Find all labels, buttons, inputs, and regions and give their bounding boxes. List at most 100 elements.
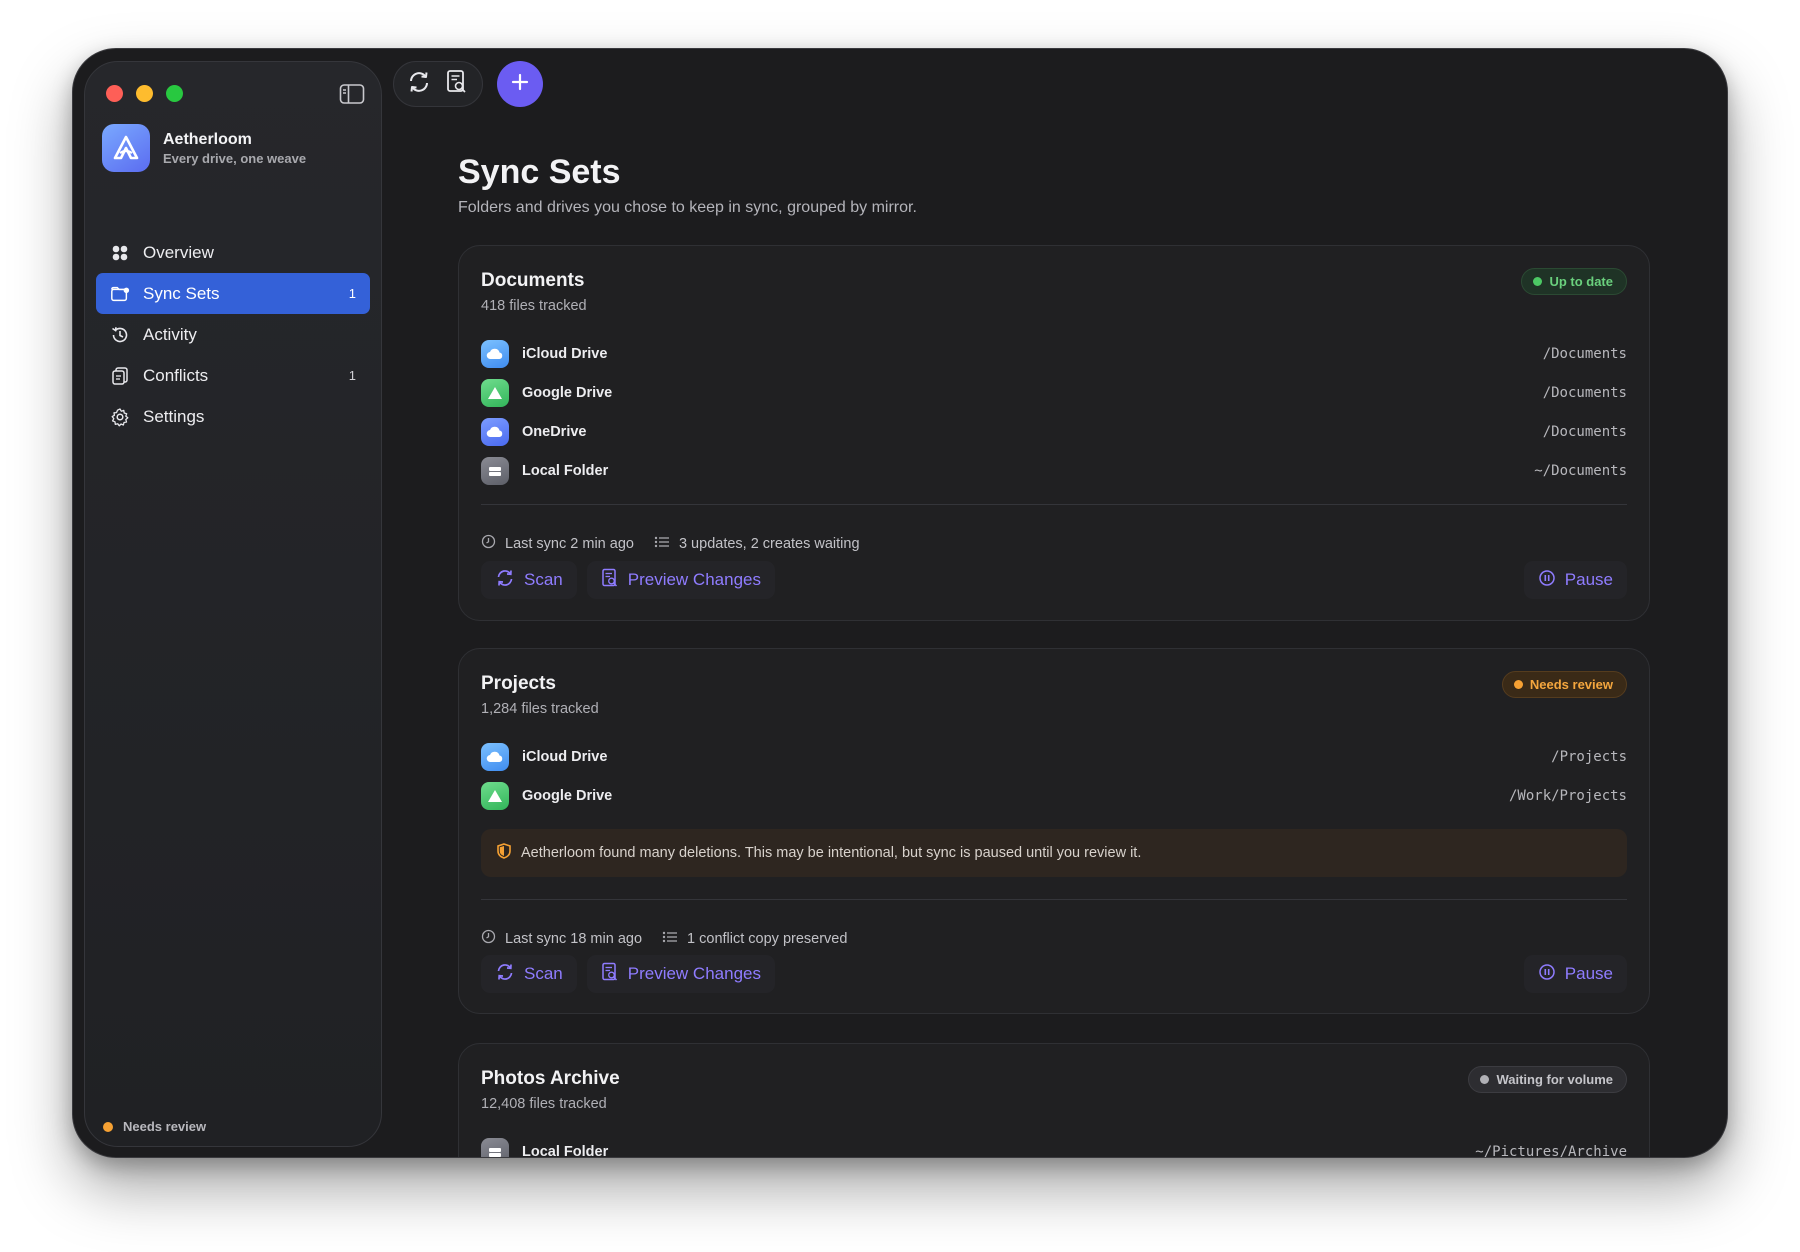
page-title: Sync Sets — [458, 153, 621, 191]
sync-set-file-count: 1,284 files tracked — [481, 701, 599, 717]
mirror-row[interactable]: Local Folder ~/Pictures/Archive — [481, 1132, 1627, 1158]
mirror-name: OneDrive — [522, 423, 587, 440]
sidebar-item-label: Overview — [143, 242, 214, 262]
close-window-button[interactable] — [106, 85, 123, 102]
status-badge: Up to date — [1521, 268, 1627, 295]
app-window: Aetherloom Every drive, one weave Overvi… — [72, 48, 1728, 1158]
sidebar-status: Needs review — [103, 1119, 206, 1134]
sidebar-item-label: Conflicts — [143, 365, 209, 385]
preview-label: Preview Changes — [627, 570, 761, 589]
sidebar: Aetherloom Every drive, one weave Overvi… — [84, 61, 382, 1147]
overview-icon — [110, 243, 130, 263]
onedrive-icon — [481, 417, 509, 446]
last-sync: Last sync 2 min ago — [481, 534, 634, 553]
sync-set-title: Photos Archive — [481, 1068, 620, 1089]
sync-set-file-count: 12,408 files tracked — [481, 1096, 607, 1112]
mirror-path: /Projects — [1551, 748, 1627, 765]
window-controls — [106, 85, 183, 102]
refresh-icon — [495, 962, 515, 987]
status-badge: Waiting for volume — [1468, 1066, 1627, 1093]
page-subtitle: Folders and drives you chose to keep in … — [458, 199, 917, 216]
mirror-path: ~/Pictures/Archive — [1475, 1143, 1627, 1158]
status-label: Needs review — [1529, 677, 1613, 692]
preview-changes-button[interactable]: Preview Changes — [586, 561, 775, 599]
mirror-name: Google Drive — [522, 384, 613, 401]
zoom-window-button[interactable] — [166, 85, 183, 102]
document-search-icon — [601, 962, 619, 987]
document-search-icon — [601, 568, 619, 593]
sync-icon — [406, 69, 432, 100]
mirror-row[interactable]: Google Drive /Documents — [481, 373, 1627, 412]
sidebar-item-overview[interactable]: Overview — [96, 232, 370, 273]
mirror-row[interactable]: Local Folder ~/Documents — [481, 451, 1627, 490]
mirror-path: /Documents — [1542, 384, 1627, 401]
warning-text: Aetherloom found many deletions. This ma… — [521, 845, 1142, 861]
conflicts-icon — [110, 366, 130, 386]
icloud-icon — [481, 339, 509, 368]
sidebar-status-label: Needs review — [123, 1119, 207, 1134]
mirror-path: /Documents — [1542, 423, 1627, 440]
status-label: Waiting for volume — [1496, 1072, 1613, 1087]
mirror-row[interactable]: iCloud Drive /Documents — [481, 334, 1627, 373]
mirror-name: Local Folder — [522, 1143, 609, 1158]
mirror-list: iCloud Drive /Documents Google Drive /Do… — [481, 334, 1627, 490]
shield-warning-icon — [497, 843, 511, 863]
mirror-name: Google Drive — [522, 787, 613, 804]
mirror-name: iCloud Drive — [522, 748, 608, 765]
minimize-window-button[interactable] — [136, 85, 153, 102]
status-dot-icon — [103, 1121, 113, 1132]
mirror-row[interactable]: OneDrive /Documents — [481, 412, 1627, 451]
sidebar-item-label: Activity — [143, 324, 197, 344]
sync-sets-icon — [110, 284, 130, 304]
mirror-list: iCloud Drive /Projects Google Drive /Wor… — [481, 737, 1627, 815]
pause-label: Pause — [1564, 964, 1613, 983]
local-drive-icon — [481, 456, 509, 485]
app-name: Aetherloom — [163, 130, 252, 148]
card-actions: Scan Preview Changes Pause — [481, 955, 1627, 993]
pending-label: 3 updates, 2 creates waiting — [678, 535, 860, 552]
google-drive-icon — [481, 378, 509, 407]
local-drive-icon — [481, 1137, 509, 1157]
pending-changes: 1 conflict copy preserved — [662, 930, 847, 948]
preview-label: Preview Changes — [627, 964, 761, 983]
pause-label: Pause — [1564, 570, 1613, 589]
status-dot-icon — [1480, 1075, 1490, 1084]
mirror-path: /Documents — [1542, 345, 1627, 362]
mirror-path: ~/Documents — [1534, 462, 1627, 479]
sync-set-card: Projects 1,284 files tracked Needs revie… — [458, 648, 1650, 1014]
divider — [481, 504, 1627, 505]
preview-changes-button[interactable]: Preview Changes — [586, 955, 775, 993]
sidebar-toggle-icon[interactable] — [339, 83, 365, 105]
scan-button[interactable]: Scan — [481, 955, 577, 993]
pending-changes: 3 updates, 2 creates waiting — [654, 535, 860, 553]
status-dot-icon — [1513, 680, 1523, 689]
deletion-warning-banner: Aetherloom found many deletions. This ma… — [481, 829, 1627, 877]
sidebar-item-count: 1 — [348, 286, 356, 301]
pause-button[interactable]: Pause — [1523, 561, 1627, 599]
status-label: Up to date — [1549, 274, 1613, 289]
sidebar-item-conflicts[interactable]: Conflicts 1 — [96, 355, 370, 396]
mirror-row[interactable]: iCloud Drive /Projects — [481, 737, 1627, 776]
pending-label: 1 conflict copy preserved — [687, 930, 848, 947]
sync-meta: Last sync 2 min ago 3 updates, 2 creates… — [481, 534, 880, 553]
brand: Aetherloom Every drive, one weave — [102, 124, 306, 172]
sidebar-item-sync-sets[interactable]: Sync Sets 1 — [96, 273, 370, 314]
icloud-icon — [481, 742, 509, 771]
sidebar-item-settings[interactable]: Settings — [96, 396, 370, 437]
app-logo-icon — [102, 124, 150, 172]
mirror-path: /Work/Projects — [1508, 787, 1627, 804]
card-actions: Scan Preview Changes Pause — [481, 561, 1627, 599]
sync-button[interactable] — [403, 68, 435, 100]
pause-button[interactable]: Pause — [1523, 955, 1627, 993]
list-icon — [662, 930, 678, 948]
refresh-icon — [495, 568, 515, 593]
scan-button[interactable]: Scan — [481, 561, 577, 599]
mirror-name: iCloud Drive — [522, 345, 608, 362]
mirror-name: Local Folder — [522, 462, 609, 479]
clock-icon — [481, 929, 496, 948]
status-badge: Needs review — [1501, 671, 1627, 698]
sidebar-item-activity[interactable]: Activity — [96, 314, 370, 355]
sidebar-item-count: 1 — [348, 368, 356, 383]
mirror-row[interactable]: Google Drive /Work/Projects — [481, 776, 1627, 815]
clock-icon — [481, 534, 496, 553]
